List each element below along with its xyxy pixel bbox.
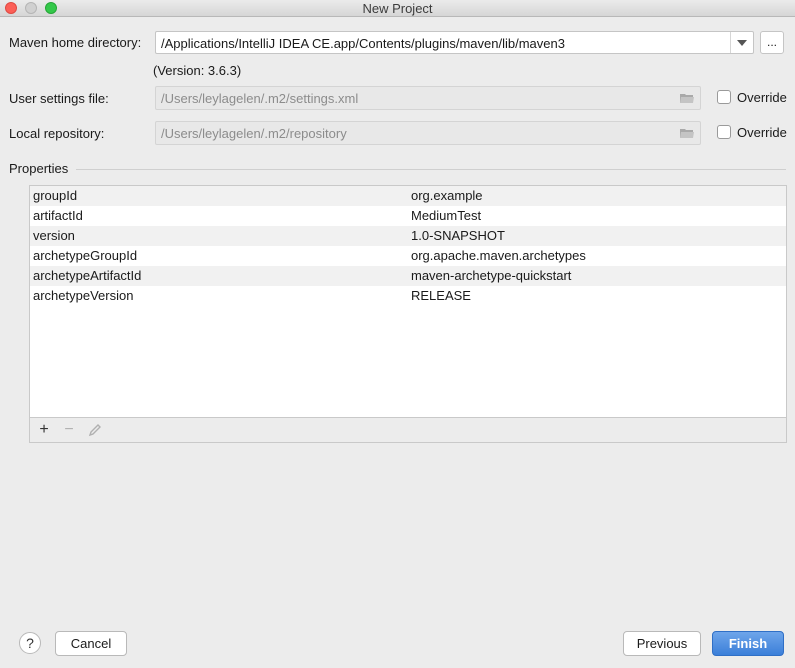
folder-icon[interactable]	[680, 128, 694, 139]
table-row[interactable]: archetypeVersion RELEASE	[30, 286, 786, 306]
cancel-button[interactable]: Cancel	[55, 631, 127, 656]
property-value: RELEASE	[411, 288, 471, 303]
maven-home-label: Maven home directory:	[9, 35, 142, 50]
table-row[interactable]: archetypeGroupId org.apache.maven.archet…	[30, 246, 786, 266]
maven-version-text: (Version: 3.6.3)	[153, 63, 242, 78]
table-row[interactable]: artifactId MediumTest	[30, 206, 786, 226]
properties-divider	[76, 169, 786, 170]
browse-button[interactable]: ...	[760, 31, 784, 54]
remove-property-button[interactable]: −	[60, 421, 78, 439]
local-repository-value: /Users/leylagelen/.m2/repository	[161, 126, 347, 141]
add-property-button[interactable]: +	[35, 421, 53, 439]
user-settings-value: /Users/leylagelen/.m2/settings.xml	[161, 91, 359, 106]
user-settings-label: User settings file:	[9, 91, 109, 106]
property-key: version	[33, 228, 75, 243]
table-row[interactable]: version 1.0-SNAPSHOT	[30, 226, 786, 246]
property-key: archetypeVersion	[33, 288, 134, 303]
property-value: MediumTest	[411, 208, 482, 223]
property-key: archetypeGroupId	[33, 248, 138, 263]
properties-title: Properties	[9, 161, 69, 176]
window-title: New Project	[362, 1, 433, 16]
property-key: archetypeArtifactId	[33, 268, 142, 283]
override-repository-checkbox[interactable]	[717, 125, 731, 139]
minimize-window-icon[interactable]	[25, 2, 37, 14]
property-value: org.example	[411, 188, 483, 203]
edit-pencil-icon[interactable]	[87, 422, 103, 438]
folder-icon[interactable]	[680, 93, 694, 104]
override-repository-label: Override	[737, 125, 787, 140]
override-settings-checkbox[interactable]	[717, 90, 731, 104]
maven-home-combobox[interactable]: /Applications/IntelliJ IDEA CE.app/Conte…	[155, 31, 754, 54]
help-button[interactable]: ?	[19, 632, 41, 654]
finish-button[interactable]: Finish	[712, 631, 784, 656]
chevron-down-icon[interactable]	[730, 32, 753, 53]
properties-table: groupId org.example artifactId MediumTes…	[29, 185, 787, 418]
local-repository-field: /Users/leylagelen/.m2/repository	[155, 121, 701, 145]
maximize-window-icon[interactable]	[45, 2, 57, 14]
previous-button[interactable]: Previous	[623, 631, 701, 656]
local-repository-label: Local repository:	[9, 126, 105, 141]
property-key: artifactId	[33, 208, 83, 223]
override-settings-label: Override	[737, 90, 787, 105]
user-settings-field: /Users/leylagelen/.m2/settings.xml	[155, 86, 701, 110]
maven-home-value: /Applications/IntelliJ IDEA CE.app/Conte…	[161, 36, 565, 51]
property-key: groupId	[33, 188, 78, 203]
table-row[interactable]: groupId org.example	[30, 186, 786, 206]
table-row[interactable]: archetypeArtifactId maven-archetype-quic…	[30, 266, 786, 286]
close-window-icon[interactable]	[5, 2, 17, 14]
property-value: maven-archetype-quickstart	[411, 268, 572, 283]
property-value: 1.0-SNAPSHOT	[411, 228, 505, 243]
property-value: org.apache.maven.archetypes	[411, 248, 586, 263]
title-bar: New Project	[0, 0, 795, 17]
properties-toolbar: + −	[29, 417, 787, 443]
